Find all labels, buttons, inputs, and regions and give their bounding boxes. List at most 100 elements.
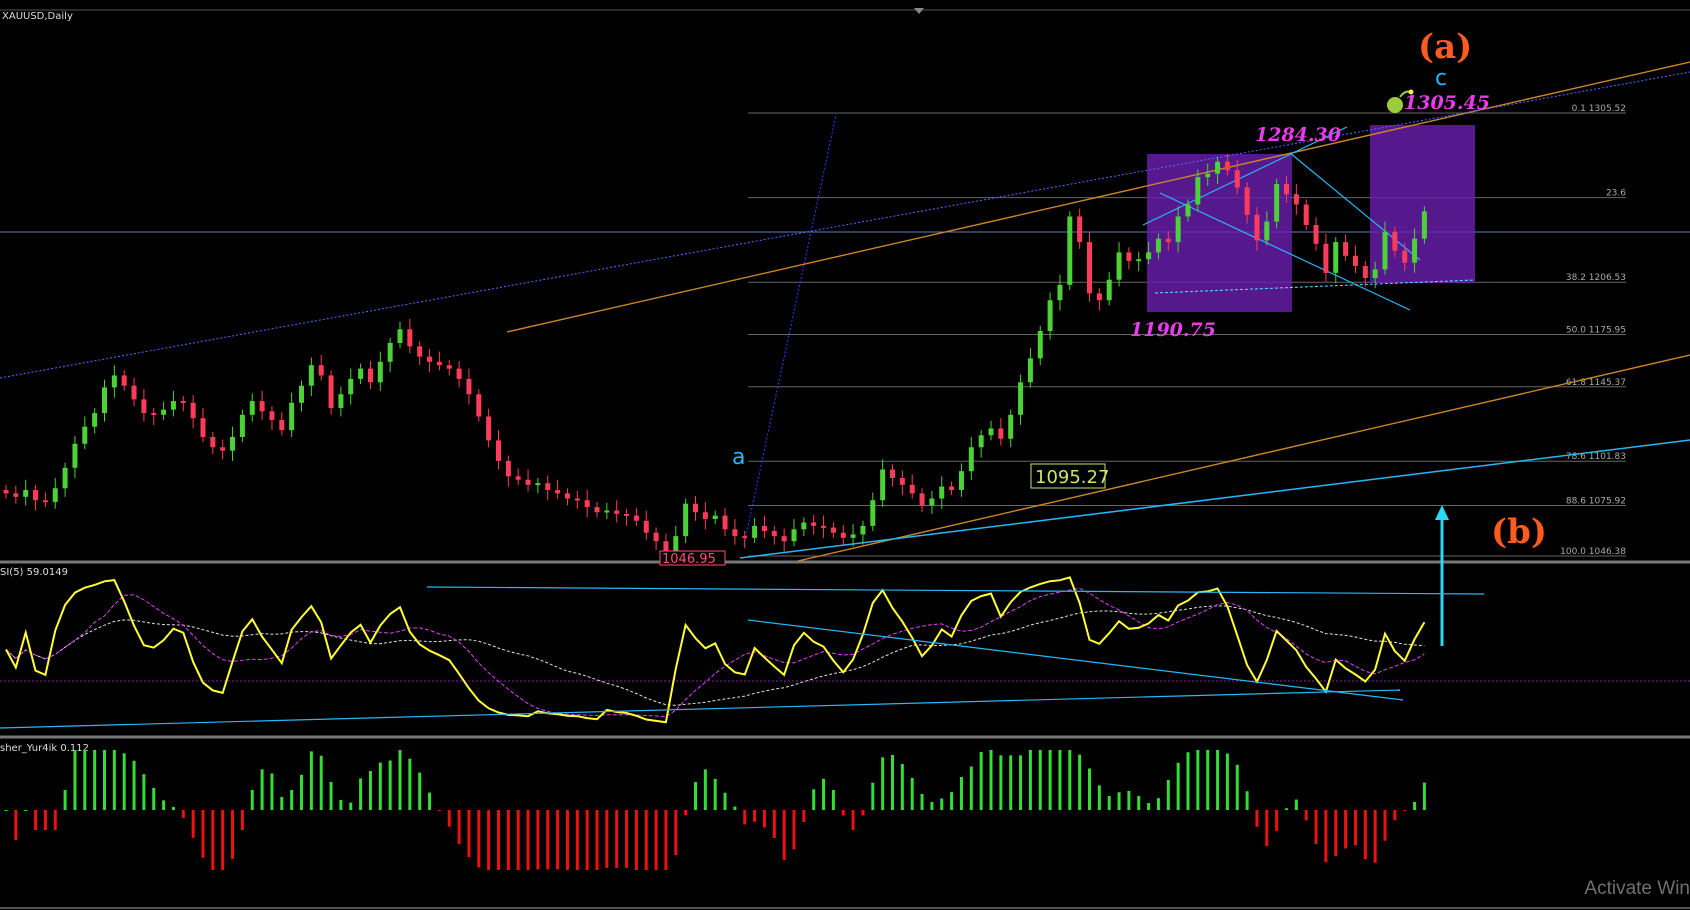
candle-body[interactable]	[249, 401, 255, 415]
candle-body[interactable]	[377, 361, 383, 383]
candle-body[interactable]	[387, 342, 393, 362]
candle-body[interactable]	[42, 500, 48, 503]
candle-body[interactable]	[535, 483, 541, 486]
candle-body[interactable]	[1077, 216, 1083, 243]
candle-body[interactable]	[752, 525, 758, 538]
candle-body[interactable]	[1146, 252, 1152, 260]
candle-body[interactable]	[505, 460, 511, 477]
candle-body[interactable]	[899, 478, 905, 485]
candle-body[interactable]	[1274, 183, 1280, 222]
candle-body[interactable]	[308, 365, 314, 386]
candle-body[interactable]	[515, 476, 521, 480]
candle-body[interactable]	[466, 378, 472, 395]
candle-body[interactable]	[1382, 231, 1388, 270]
rsi-trend-lower[interactable]	[0, 689, 1401, 729]
chart-area[interactable]: XAUUSD,Daily 0.1 1305.52 23.6 38.2 1206.53…	[0, 0, 1690, 910]
candle-body[interactable]	[1057, 284, 1063, 301]
candle-body[interactable]	[269, 411, 275, 420]
candle-body[interactable]	[909, 484, 915, 494]
candle-body[interactable]	[712, 515, 718, 520]
candle-body[interactable]	[1067, 216, 1073, 285]
candle-body[interactable]	[289, 402, 295, 431]
candle-body[interactable]	[1106, 279, 1112, 301]
candle-body[interactable]	[821, 525, 827, 528]
candle-body[interactable]	[958, 471, 964, 490]
candle-body[interactable]	[1392, 231, 1398, 251]
candle-body[interactable]	[1264, 221, 1270, 241]
candle-body[interactable]	[840, 532, 846, 538]
candle-body[interactable]	[1224, 161, 1230, 171]
candle-body[interactable]	[1333, 242, 1339, 273]
candle-body[interactable]	[33, 489, 39, 501]
candle-body[interactable]	[72, 443, 78, 468]
candle-body[interactable]	[811, 522, 817, 526]
candle-body[interactable]	[407, 329, 413, 347]
candle-body[interactable]	[397, 329, 403, 343]
candle-body[interactable]	[643, 520, 649, 533]
candle-body[interactable]	[949, 486, 955, 490]
candle-body[interactable]	[722, 515, 728, 530]
candle-body[interactable]	[131, 385, 137, 400]
candle-body[interactable]	[761, 525, 767, 532]
candle-body[interactable]	[1175, 216, 1181, 243]
candle-body[interactable]	[1402, 250, 1408, 263]
candle-body[interactable]	[702, 512, 708, 520]
candle-body[interactable]	[52, 488, 58, 502]
candle-body[interactable]	[496, 440, 501, 461]
candle-body[interactable]	[1037, 330, 1043, 359]
candle-body[interactable]	[968, 447, 974, 472]
candle-body[interactable]	[161, 409, 167, 415]
candle-body[interactable]	[82, 426, 88, 444]
candle-body[interactable]	[318, 365, 324, 376]
candle-body[interactable]	[1008, 414, 1014, 439]
candle-body[interactable]	[220, 447, 226, 451]
candle-body[interactable]	[1047, 300, 1053, 331]
candle-body[interactable]	[850, 534, 856, 538]
candle-body[interactable]	[1027, 358, 1033, 383]
candle-body[interactable]	[880, 469, 886, 501]
candle-body[interactable]	[102, 387, 107, 414]
candle-body[interactable]	[1018, 382, 1024, 415]
candle-body[interactable]	[1096, 293, 1102, 301]
candle-body[interactable]	[801, 522, 807, 530]
candle-body[interactable]	[259, 401, 265, 412]
candle-body[interactable]	[693, 503, 698, 513]
candle-body[interactable]	[436, 361, 442, 366]
candle-body[interactable]	[929, 498, 935, 506]
candle-body[interactable]	[1205, 173, 1211, 178]
candle-body[interactable]	[1165, 238, 1171, 243]
candle-body[interactable]	[614, 510, 620, 514]
candle-body[interactable]	[121, 375, 127, 386]
candle-body[interactable]	[1185, 204, 1191, 217]
candle-body[interactable]	[486, 416, 492, 441]
candle-body[interactable]	[870, 500, 876, 526]
candle-body[interactable]	[1136, 259, 1142, 262]
scroll-marker-icon[interactable]	[914, 8, 924, 14]
candle-body[interactable]	[1126, 252, 1132, 261]
candle-body[interactable]	[998, 428, 1004, 439]
candle-body[interactable]	[1412, 238, 1418, 263]
candle-body[interactable]	[890, 469, 895, 479]
candle-body[interactable]	[456, 368, 462, 379]
candle-body[interactable]	[1293, 194, 1299, 205]
candle-body[interactable]	[939, 486, 945, 499]
candle-body[interactable]	[1215, 161, 1221, 174]
candle-body[interactable]	[771, 531, 777, 537]
candle-body[interactable]	[427, 356, 433, 362]
candle-body[interactable]	[604, 510, 610, 513]
candle-body[interactable]	[633, 515, 639, 521]
candle-body[interactable]	[151, 413, 157, 416]
candle-body[interactable]	[299, 385, 304, 403]
candle-body[interactable]	[1313, 225, 1319, 244]
blue-dotted-steep[interactable]	[743, 114, 837, 546]
candle-body[interactable]	[683, 503, 689, 537]
candle-body[interactable]	[3, 489, 9, 494]
candle-body[interactable]	[584, 500, 590, 508]
candle-body[interactable]	[525, 479, 531, 485]
candle-body[interactable]	[1244, 187, 1250, 215]
candle-body[interactable]	[791, 529, 797, 542]
candle-body[interactable]	[417, 346, 423, 357]
candle-body[interactable]	[111, 375, 117, 388]
candle-body[interactable]	[1421, 211, 1427, 239]
candle-body[interactable]	[988, 428, 994, 436]
